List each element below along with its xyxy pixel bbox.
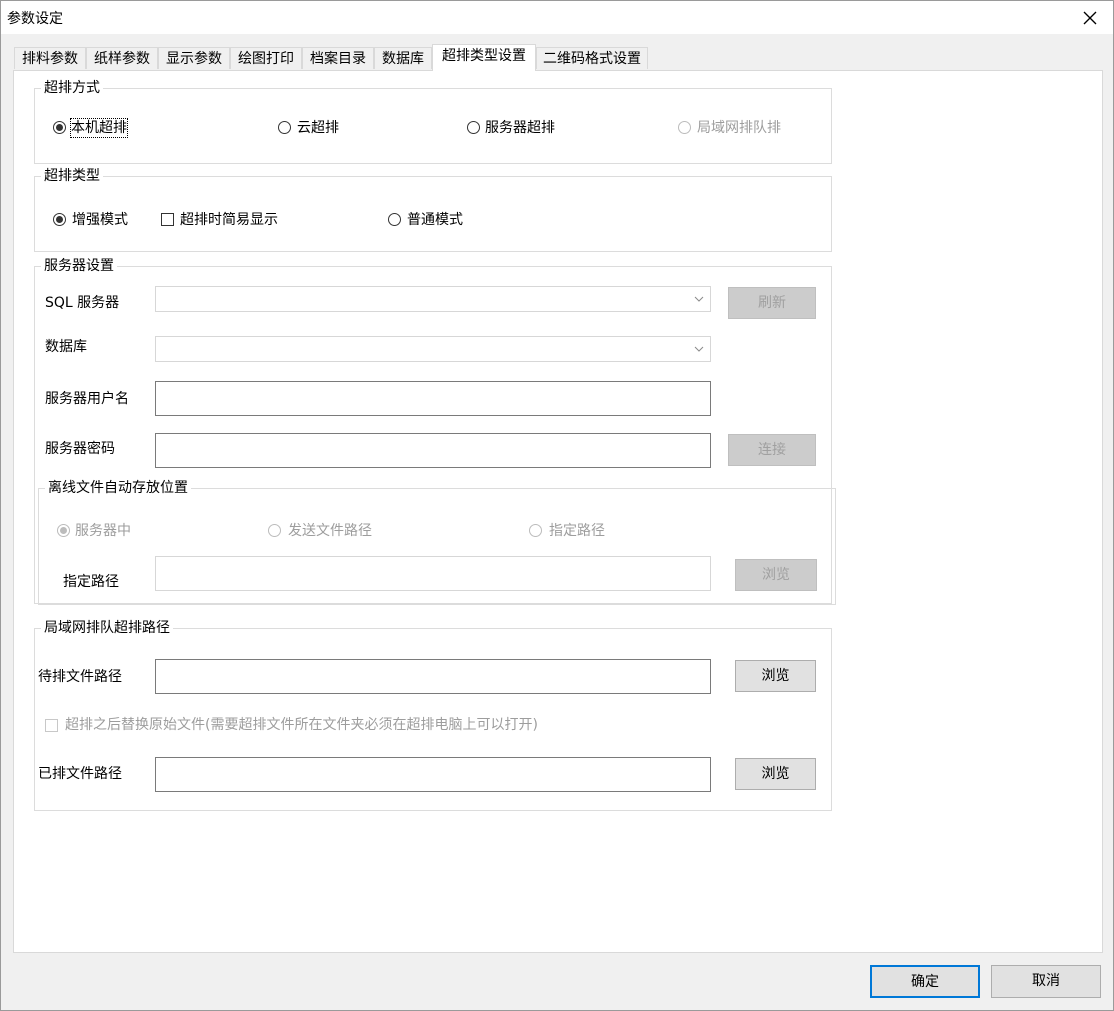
replace-original-label[interactable]: 超排之后替换原始文件(需要超排文件所在文件夹必须在超排电脑上可以打开) xyxy=(65,716,538,734)
password-label: 服务器密码 xyxy=(45,441,115,457)
refresh-button[interactable]: 刷新 xyxy=(728,287,816,319)
mode-group-title: 超排方式 xyxy=(41,80,103,96)
offline-server-radio[interactable] xyxy=(57,524,70,537)
offline-custom-path-label[interactable]: 指定路径 xyxy=(549,522,605,540)
database-label: 数据库 xyxy=(45,339,87,355)
offline-group: 离线文件自动存放位置 服务器中 发送文件路径 指定路径 指定路径 浏览 xyxy=(38,480,836,605)
close-button[interactable] xyxy=(1067,1,1113,34)
mode-local-radio[interactable] xyxy=(53,121,66,134)
title-bar: 参数设定 xyxy=(1,1,1113,34)
tab-plot-print[interactable]: 绘图打印 xyxy=(230,47,302,69)
replace-original-checkbox[interactable] xyxy=(45,719,58,732)
tab-display-params[interactable]: 显示参数 xyxy=(158,47,230,69)
normal-mode-radio[interactable] xyxy=(388,213,401,226)
tab-super-layout-type[interactable]: 超排类型设置 xyxy=(432,44,536,71)
simple-display-label[interactable]: 超排时简易显示 xyxy=(180,211,278,229)
cancel-button[interactable]: 取消 xyxy=(991,965,1101,998)
mode-lan-queue-label[interactable]: 局域网排队排 xyxy=(697,119,781,137)
enhanced-mode-radio[interactable] xyxy=(53,213,66,226)
offline-path-input[interactable] xyxy=(155,556,711,591)
settings-dialog: 参数设定 排料参数 纸样参数 显示参数 绘图打印 档案目录 数据库 超排类型设置… xyxy=(0,0,1114,1011)
chevron-down-icon xyxy=(694,346,704,352)
username-label: 服务器用户名 xyxy=(45,391,129,407)
offline-custom-path-radio[interactable] xyxy=(529,524,542,537)
tab-pattern-params[interactable]: 纸样参数 xyxy=(86,47,158,69)
chevron-down-icon xyxy=(694,296,704,302)
offline-send-path-label[interactable]: 发送文件路径 xyxy=(288,522,372,540)
offline-path-label: 指定路径 xyxy=(63,574,119,590)
sql-server-label: SQL 服务器 xyxy=(45,295,120,311)
pending-path-label: 待排文件路径 xyxy=(38,669,122,685)
mode-local-label[interactable]: 本机超排 xyxy=(70,118,128,138)
close-icon xyxy=(1083,11,1097,24)
offline-group-title: 离线文件自动存放位置 xyxy=(45,480,191,496)
database-select[interactable] xyxy=(155,336,711,362)
enhanced-mode-label[interactable]: 增强模式 xyxy=(72,211,128,229)
pending-path-input[interactable] xyxy=(155,659,711,694)
mode-cloud-radio[interactable] xyxy=(278,121,291,134)
offline-server-label[interactable]: 服务器中 xyxy=(75,522,131,540)
done-browse-button[interactable]: 浏览 xyxy=(735,758,816,790)
normal-mode-label[interactable]: 普通模式 xyxy=(407,211,463,229)
mode-server-label[interactable]: 服务器超排 xyxy=(485,119,555,137)
mode-group: 超排方式 本机超排 云超排 服务器超排 局域网排队排 xyxy=(34,80,832,164)
done-path-label: 已排文件路径 xyxy=(38,766,122,782)
username-input[interactable] xyxy=(155,381,711,416)
window-title: 参数设定 xyxy=(7,11,63,27)
tab-database[interactable]: 数据库 xyxy=(374,47,432,69)
pending-browse-button[interactable]: 浏览 xyxy=(735,660,816,692)
mode-lan-queue-radio[interactable] xyxy=(678,121,691,134)
mode-cloud-label[interactable]: 云超排 xyxy=(297,119,339,137)
done-path-input[interactable] xyxy=(155,757,711,792)
tab-layout-params[interactable]: 排料参数 xyxy=(14,47,86,69)
type-group-title: 超排类型 xyxy=(41,168,103,184)
offline-browse-button[interactable]: 浏览 xyxy=(735,559,817,591)
mode-server-radio[interactable] xyxy=(467,121,480,134)
password-input[interactable] xyxy=(155,433,711,468)
tab-file-directory[interactable]: 档案目录 xyxy=(302,47,374,69)
lan-group-title: 局域网排队超排路径 xyxy=(41,620,173,636)
connect-button[interactable]: 连接 xyxy=(728,434,816,466)
offline-send-path-radio[interactable] xyxy=(268,524,281,537)
sql-server-select[interactable] xyxy=(155,286,711,312)
simple-display-checkbox[interactable] xyxy=(161,213,174,226)
tab-qrcode-format[interactable]: 二维码格式设置 xyxy=(536,47,648,69)
lan-group: 局域网排队超排路径 待排文件路径 浏览 超排之后替换原始文件(需要超排文件所在文… xyxy=(34,620,832,811)
tab-panel: 超排方式 本机超排 云超排 服务器超排 局域网排队排 超排类型 增强模式 超排时… xyxy=(13,70,1103,953)
type-group: 超排类型 增强模式 超排时简易显示 普通模式 xyxy=(34,168,832,252)
server-group-title: 服务器设置 xyxy=(41,258,117,274)
ok-button[interactable]: 确定 xyxy=(870,965,980,998)
